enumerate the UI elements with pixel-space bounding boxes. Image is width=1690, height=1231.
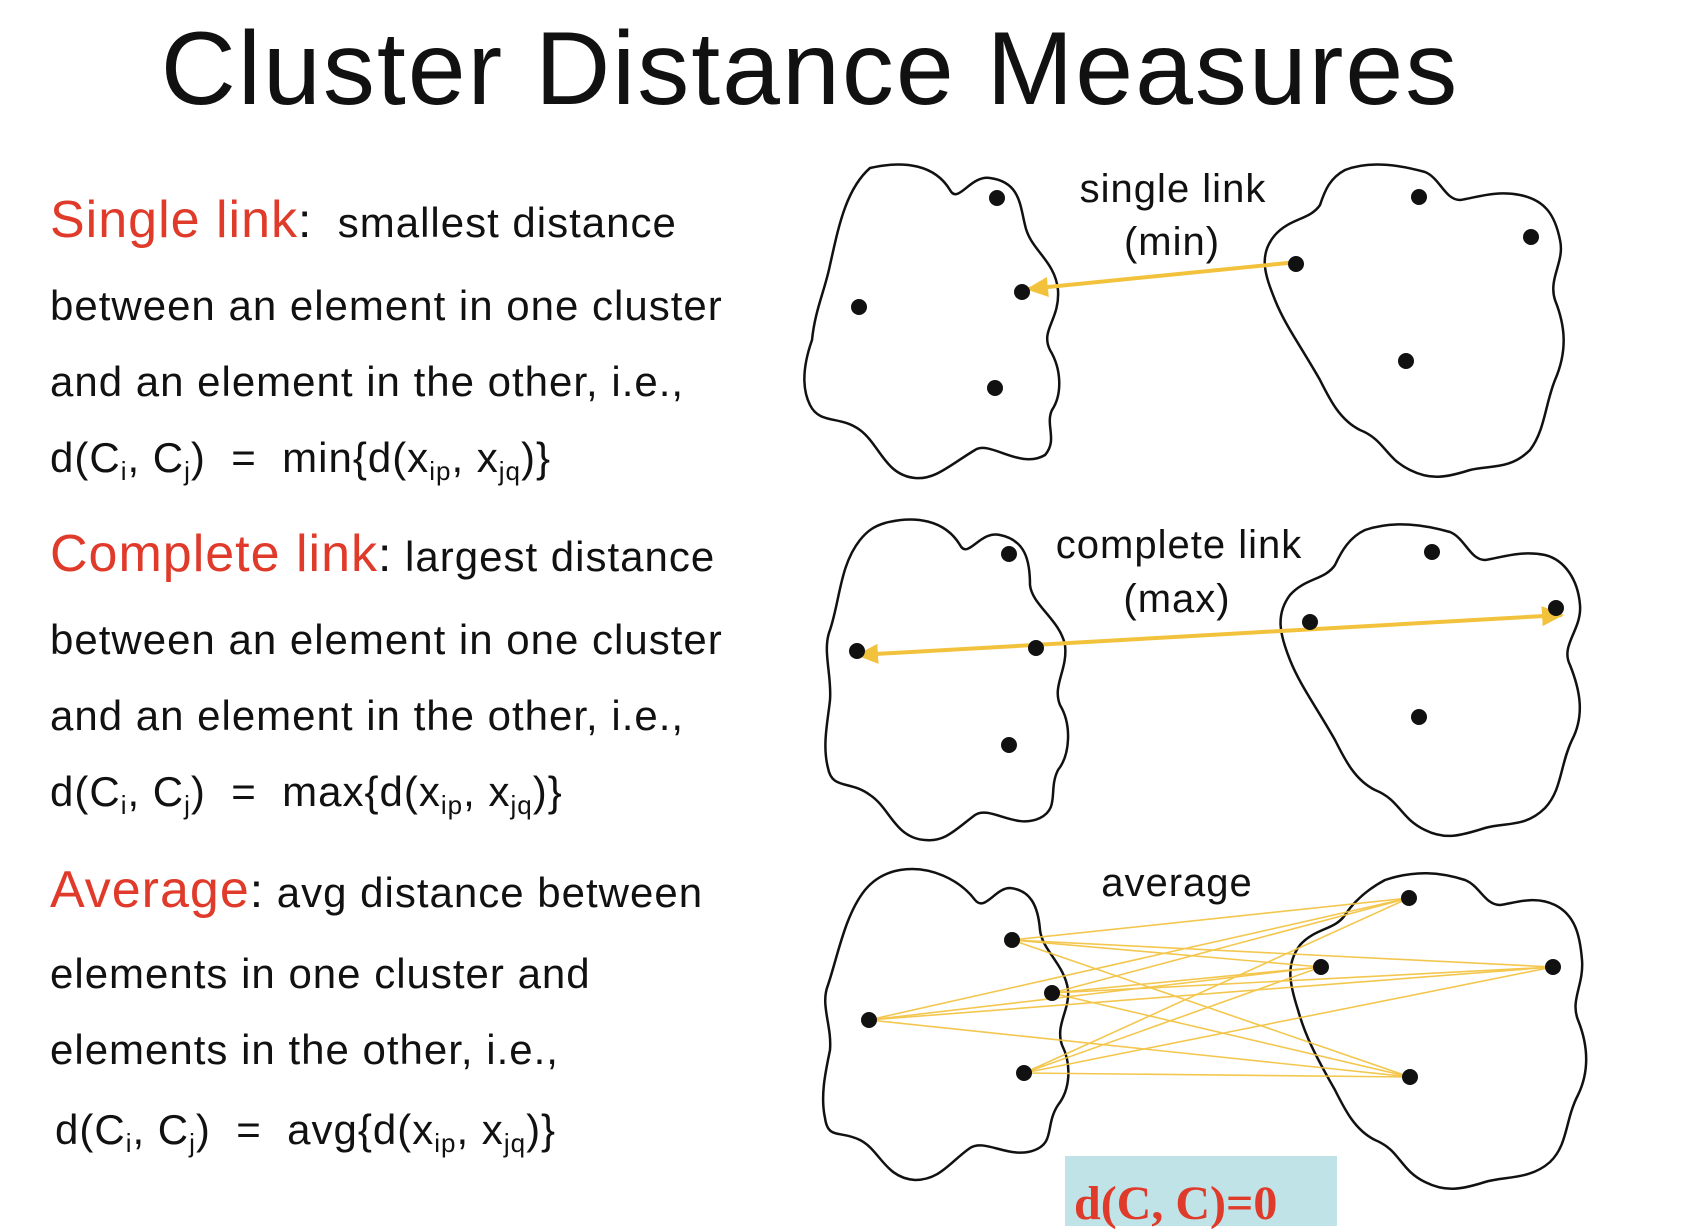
cluster-blob-right-average [1289, 872, 1588, 1190]
cluster-blob-left-complete [824, 518, 1070, 842]
complete-link-label: complete link [1056, 523, 1302, 567]
cluster-blob-right-complete [1279, 523, 1582, 838]
single-link-label: single link [1080, 167, 1267, 211]
cluster-blob-right-single [1263, 163, 1565, 478]
point [1398, 353, 1414, 369]
point [1016, 1065, 1032, 1081]
point [1028, 640, 1044, 656]
point [1004, 932, 1020, 948]
point [1424, 544, 1440, 560]
point [1001, 546, 1017, 562]
point [987, 380, 1003, 396]
point [849, 643, 865, 659]
complete-link-max-label: (max) [1123, 577, 1230, 621]
complete-link-arrow [856, 606, 1564, 664]
cluster-blob-left-average [821, 867, 1070, 1182]
point [1288, 256, 1304, 272]
single-link-arrow [1026, 260, 1299, 297]
self-distance-note: d(C, C)=0 [1074, 1177, 1278, 1230]
point [1545, 959, 1561, 975]
single-link-min-label: (min) [1124, 220, 1220, 264]
point [1044, 985, 1060, 1001]
point [1313, 959, 1329, 975]
point [1411, 189, 1427, 205]
point [989, 190, 1005, 206]
point [1401, 890, 1417, 906]
cluster-diagram: single link (min) complete link (max) av… [803, 163, 1588, 1190]
point [861, 1012, 877, 1028]
point [1302, 614, 1318, 630]
point [1402, 1069, 1418, 1085]
point [1001, 737, 1017, 753]
average-label: average [1101, 861, 1253, 905]
point [851, 299, 867, 315]
point [1523, 229, 1539, 245]
point [1411, 709, 1427, 725]
point [1548, 600, 1564, 616]
average-links [868, 897, 1554, 1078]
point [1014, 284, 1030, 300]
cluster-blob-left-single [803, 163, 1061, 480]
